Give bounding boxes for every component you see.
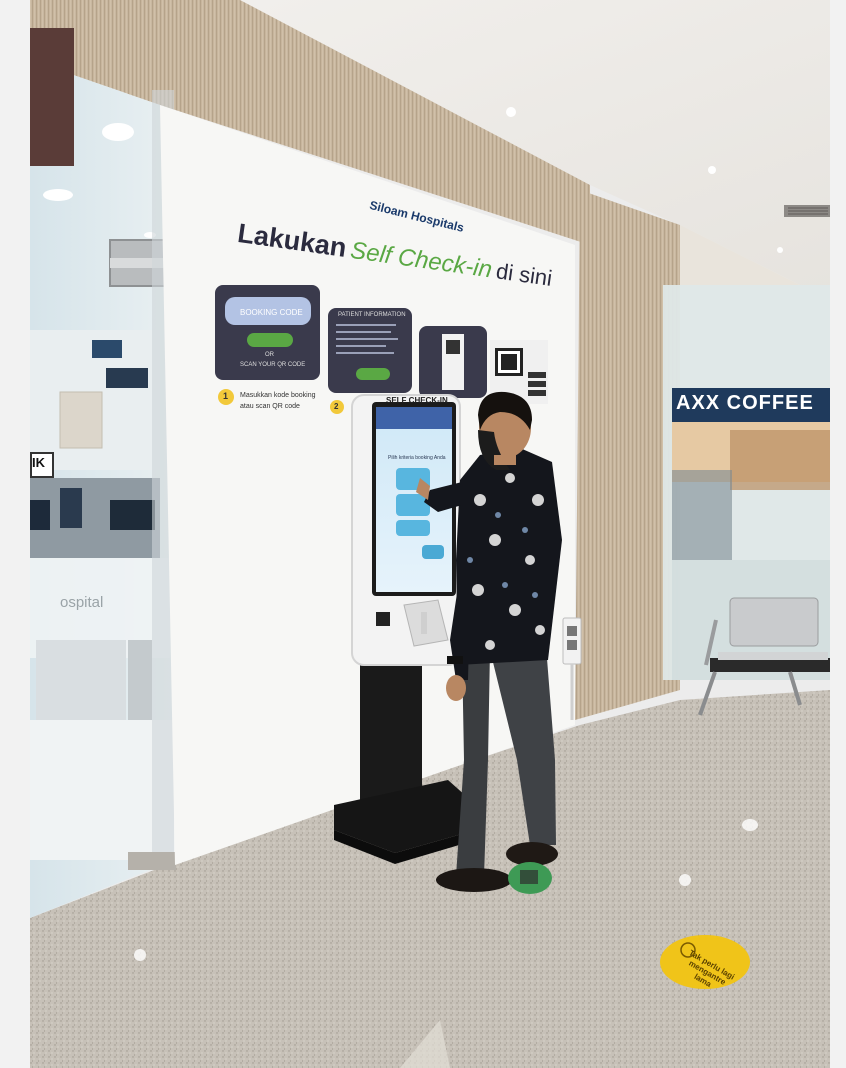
door-label-box: IK [30, 452, 54, 478]
card-patient-info-title: PATIENT INFORMATION [338, 312, 406, 318]
step2-number: 2 [334, 402, 339, 411]
kiosk-header-label: SELF CHECK-IN [386, 396, 448, 405]
step1-number: 1 [223, 391, 229, 401]
step1-text-line2: atau scan QR code [240, 403, 300, 410]
card-booking-code-title: BOOKING CODE [240, 308, 303, 317]
photo-frame-right [830, 0, 846, 1068]
kiosk-screen-prompt: Pilih kriteria booking Anda [388, 455, 446, 461]
card-booking-or: OR [265, 352, 274, 358]
step1-text-line1: Masukkan kode booking [240, 392, 316, 399]
cafe-sign: AXX COFFEE [676, 392, 814, 414]
door-label: IK [32, 455, 45, 470]
photo-scene: Siloam Hospitals Lakukan Self Check-in d… [0, 0, 846, 1068]
card-booking-scan: SCAN YOUR QR CODE [240, 362, 306, 368]
headline-part3: di sini [494, 258, 554, 291]
scene-illustration [30, 0, 830, 1068]
glass-frosted-text: ospital [60, 594, 104, 611]
photo-frame-left [0, 0, 30, 1068]
